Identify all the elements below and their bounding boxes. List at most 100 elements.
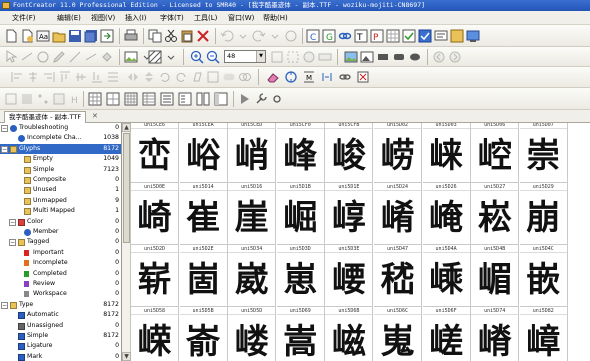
delete-icon[interactable] — [196, 29, 210, 43]
zoom-out-icon[interactable] — [206, 50, 220, 64]
scrollbar-thumb[interactable] — [123, 133, 130, 243]
save-icon[interactable] — [68, 29, 82, 43]
expander-icon[interactable]: − — [1, 125, 8, 132]
glyph-cell[interactable]: uni5D1B 崛 — [276, 183, 325, 245]
tree-item[interactable]: Incomplete Cha... 1038 — [0, 133, 121, 143]
clear-icon[interactable] — [356, 70, 370, 84]
compare-view-icon[interactable] — [196, 92, 210, 106]
pattern-icon[interactable] — [148, 50, 162, 64]
grid-medium-icon[interactable] — [106, 92, 120, 106]
tree-item[interactable]: − Tagged 0 — [0, 237, 121, 247]
open-folder-icon[interactable] — [52, 29, 66, 43]
glyph-cell[interactable]: uni5D4C 嵌 — [519, 245, 568, 307]
glyph-cell[interactable]: uni5D74 嵴 — [471, 307, 520, 361]
transform-icon[interactable] — [284, 70, 298, 84]
glyph-g-icon[interactable]: G — [322, 29, 336, 43]
glyph-cell[interactable]: uni5D47 嵇 — [374, 245, 422, 307]
glyph-cell[interactable]: uni5D82 嶂 — [519, 307, 568, 361]
save-all-icon[interactable] — [84, 29, 98, 43]
tree-item[interactable]: Review 0 — [0, 279, 121, 289]
scroll-up-icon[interactable]: ▲ — [122, 123, 131, 132]
scroll-down-icon[interactable]: ▼ — [122, 352, 131, 361]
menu-font[interactable]: 字体(T) — [160, 11, 184, 25]
preview-icon[interactable] — [466, 29, 480, 43]
hint-icon[interactable] — [238, 92, 252, 106]
checklist-icon[interactable] — [418, 29, 432, 43]
paste-icon[interactable] — [180, 29, 194, 43]
open-font-icon[interactable]: Aa — [36, 29, 50, 43]
expander-icon[interactable]: − — [9, 239, 16, 247]
tab-document[interactable]: 我字酷墨迹体 - 副本.TTF — [4, 111, 87, 123]
menu-window[interactable]: 窗口(W) — [228, 11, 254, 25]
table-view-icon[interactable] — [142, 92, 156, 106]
metrics-icon[interactable]: M — [302, 70, 316, 84]
glyph-cell[interactable]: uni5D6B 嵫 — [325, 307, 374, 361]
tree-item[interactable]: Member 0 — [0, 227, 121, 237]
forward-icon[interactable] — [448, 50, 462, 64]
tree-item[interactable]: Incomplete 0 — [0, 258, 121, 268]
tree-item[interactable]: Unassigned 0 — [0, 321, 121, 331]
align-right-icon[interactable] — [42, 70, 56, 84]
skew-icon[interactable] — [190, 70, 204, 84]
chevron-down-icon[interactable] — [236, 29, 250, 43]
tree-item[interactable]: Workspace 0 — [0, 289, 121, 299]
glyph-cell[interactable]: uni5D02 崂 — [374, 123, 422, 183]
tree-item[interactable]: Unmapped 9 — [0, 196, 121, 206]
glyph-cell[interactable]: uni5D5D 嵝 — [228, 307, 277, 361]
tree-item[interactable]: Unused 1 — [0, 185, 121, 195]
glyph-cell[interactable]: uni5D6C 嵬 — [374, 307, 422, 361]
tree-item[interactable]: Important 0 — [0, 248, 121, 258]
ruler-icon[interactable] — [318, 50, 332, 64]
tree-item[interactable]: Ligature 0 — [0, 341, 121, 351]
grid-large-icon[interactable] — [124, 92, 138, 106]
cut-icon[interactable] — [164, 29, 178, 43]
pen-icon[interactable] — [52, 50, 66, 64]
view-points-icon[interactable] — [36, 92, 50, 106]
glyph-cell[interactable]: uni5D5B 嵛 — [179, 307, 228, 361]
expander-icon[interactable]: − — [1, 301, 8, 309]
glyph-cell[interactable]: uni5D06 崆 — [471, 123, 520, 183]
tree-item[interactable]: Mark 0 — [0, 352, 121, 361]
glyph-cell[interactable]: uni5D3E 崾 — [325, 245, 374, 307]
contour-icon[interactable] — [36, 50, 50, 64]
union-icon[interactable] — [222, 70, 236, 84]
settings-icon[interactable] — [270, 92, 284, 106]
zoom-select-icon[interactable] — [286, 50, 300, 64]
glyph-cell[interactable]: uni5D4B 嵋 — [471, 245, 520, 307]
install-icon[interactable] — [450, 29, 464, 43]
zoom-fit-icon[interactable] — [270, 50, 284, 64]
menu-edit[interactable]: 编辑(E) — [57, 11, 81, 25]
measure-icon[interactable] — [84, 50, 98, 64]
details-view-icon[interactable] — [178, 92, 192, 106]
glyph-cell[interactable]: uni5D58 嵘 — [131, 307, 179, 361]
glyph-cell[interactable]: uni5CEA 峪 — [179, 123, 228, 183]
chevron-down-icon[interactable] — [164, 50, 178, 64]
print-icon[interactable] — [124, 29, 138, 43]
pointer-icon[interactable] — [4, 50, 18, 64]
tree-item[interactable]: Multi Mapped 1 — [0, 206, 121, 216]
export-icon[interactable] — [100, 29, 114, 43]
glyph-cell[interactable]: uni5D0E 崎 — [131, 183, 179, 245]
glyph-cell[interactable]: uni5D24 崤 — [374, 183, 422, 245]
view-preview-icon[interactable] — [52, 92, 66, 106]
tree-item[interactable]: − Troubleshooting 0 — [0, 123, 121, 133]
glyph-cell[interactable]: uni5CF0 峰 — [276, 123, 325, 183]
text-tool-icon[interactable]: T — [354, 29, 368, 43]
distribute-icon[interactable] — [106, 70, 120, 84]
picture-icon[interactable] — [344, 50, 358, 64]
menu-view[interactable]: 视图(V) — [91, 11, 115, 25]
glyph-cell[interactable]: uni5D14 崔 — [179, 183, 228, 245]
align-top-icon[interactable] — [58, 70, 72, 84]
tree-item[interactable]: − Type 8172 — [0, 300, 121, 310]
glyph-cell[interactable]: uni5D6F 嵯 — [422, 307, 471, 361]
zoom-in-icon[interactable] — [190, 50, 204, 64]
undo-icon[interactable] — [220, 29, 234, 43]
glyph-cell[interactable]: uni5D29 崩 — [519, 183, 568, 245]
grid-small-icon[interactable] — [88, 92, 102, 106]
glyph-cell[interactable]: uni5D2E 崮 — [179, 245, 228, 307]
ellipse-icon[interactable] — [408, 50, 422, 64]
grid-icon[interactable] — [386, 29, 400, 43]
properties-icon[interactable]: P — [370, 29, 384, 43]
zoom-combobox[interactable]: 48 ▼ — [224, 50, 266, 63]
glyph-cell[interactable]: uni5D34 崴 — [228, 245, 277, 307]
